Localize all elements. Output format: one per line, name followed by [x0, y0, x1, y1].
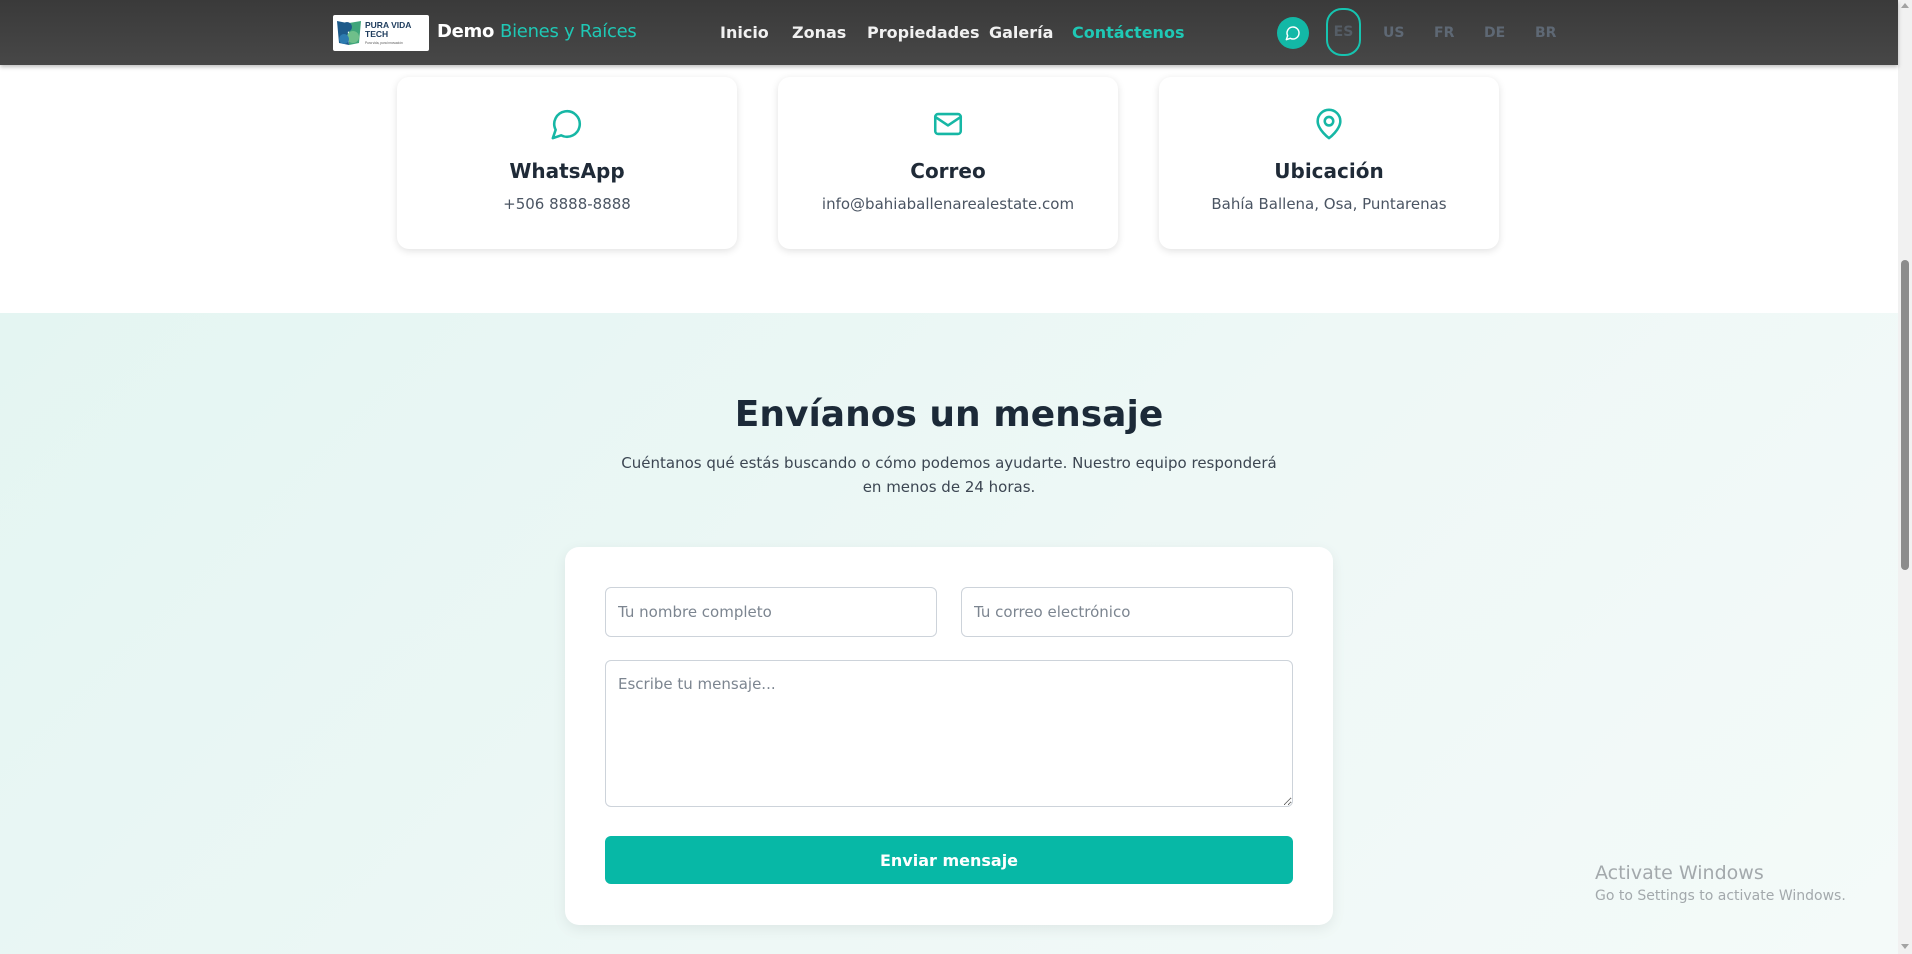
mail-icon [933, 112, 963, 136]
activate-windows-watermark: Activate Windows Go to Settings to activ… [1595, 862, 1846, 904]
svg-text:TECH: TECH [365, 29, 388, 39]
brand-prefix: Demo [437, 21, 495, 42]
message-section: Envíanos un mensaje Cuéntanos qué estás … [0, 313, 1898, 954]
card-value[interactable]: info@bahiaballenarealestate.com [778, 195, 1118, 213]
lang-es-button[interactable]: ES [1326, 8, 1361, 56]
section-subtitle: Cuéntanos qué estás buscando o cómo pode… [621, 454, 1277, 496]
contact-card-whatsapp: WhatsApp +506 8888-8888 [397, 77, 737, 249]
nav-contactenos[interactable]: Contáctenos [1072, 23, 1184, 42]
map-pin-icon [1316, 108, 1342, 140]
scroll-up-arrow-icon[interactable] [1901, 3, 1909, 8]
nav-inicio[interactable]: Inicio [720, 23, 769, 42]
chat-bubble-icon [1285, 26, 1300, 41]
svg-text:Pura vida, pura innovación: Pura vida, pura innovación [365, 41, 403, 45]
lang-de-button[interactable]: DE [1484, 25, 1505, 41]
email-input[interactable] [961, 587, 1293, 637]
brand-accent: Bienes y Raíces [500, 21, 637, 42]
contact-card-location: Ubicación Bahía Ballena, Osa, Puntarenas [1159, 77, 1499, 249]
page-scrollbar[interactable] [1898, 0, 1912, 954]
scroll-down-arrow-icon[interactable] [1901, 944, 1909, 949]
card-title: Ubicación [1274, 159, 1384, 183]
card-title: Correo [910, 159, 986, 183]
section-title: Envíanos un mensaje [734, 394, 1164, 435]
message-textarea[interactable] [605, 660, 1293, 807]
scrollbar-thumb[interactable] [1901, 260, 1909, 570]
contact-form: Enviar mensaje [565, 547, 1333, 925]
card-value[interactable]: +506 8888-8888 [397, 195, 737, 213]
card-value: Bahía Ballena, Osa, Puntarenas [1211, 195, 1447, 213]
lang-us-button[interactable]: US [1383, 25, 1404, 41]
watermark-subtitle: Go to Settings to activate Windows. [1595, 888, 1846, 904]
contact-card-email: Correo info@bahiaballenarealestate.com [778, 77, 1118, 249]
lang-br-button[interactable]: BR [1535, 25, 1556, 41]
nav-zonas[interactable]: Zonas [792, 23, 846, 42]
brand-name[interactable]: Demo Bienes y Raíces [437, 21, 637, 42]
top-navbar: PURA VIDA TECH Pura vida, pura innovació… [0, 0, 1898, 65]
send-message-button[interactable]: Enviar mensaje [605, 836, 1293, 884]
name-input[interactable] [605, 587, 937, 637]
nav-propiedades[interactable]: Propiedades [867, 23, 979, 42]
lang-fr-button[interactable]: FR [1434, 25, 1454, 41]
whatsapp-button[interactable] [1277, 17, 1309, 49]
chat-bubble-icon [551, 109, 582, 140]
nav-galeria[interactable]: Galería [989, 23, 1053, 42]
watermark-title: Activate Windows [1595, 862, 1764, 884]
pura-vida-tech-logo[interactable]: PURA VIDA TECH Pura vida, pura innovació… [333, 15, 429, 51]
card-title: WhatsApp [509, 159, 625, 183]
